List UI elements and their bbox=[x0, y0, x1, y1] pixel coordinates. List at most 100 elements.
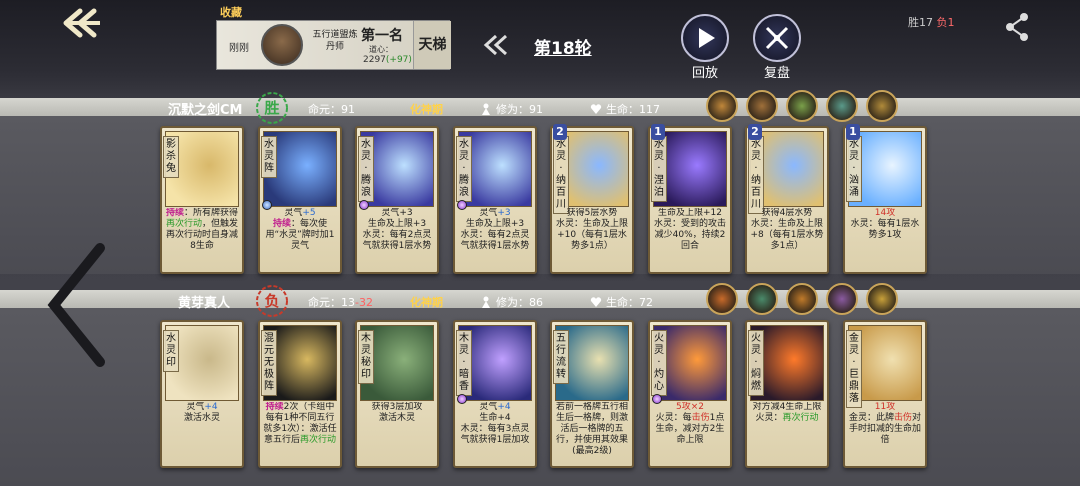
card-description: 5攻×2 火灵：每击伤1点生命，减对方2生命上限 bbox=[655, 402, 725, 445]
card-description: 11攻 金灵：此牌击伤对手时扣减的生命加倍 bbox=[848, 402, 922, 445]
card-level: 2 bbox=[748, 124, 762, 140]
points-value: 2297 bbox=[363, 55, 386, 65]
cultivation-value: 修为：91 bbox=[496, 103, 543, 116]
favorite-time: 刚刚 bbox=[229, 43, 249, 54]
life-label: 命元： bbox=[308, 296, 341, 309]
card-description: 对方减4生命上限 火灵：再次行动 bbox=[752, 402, 822, 423]
card[interactable]: 水灵·腾浪 灵气+3 生命及上限+3 水灵：每有2点灵气就获得1层水势 bbox=[355, 126, 439, 274]
points-delta: (+97) bbox=[385, 55, 412, 65]
card[interactable]: 混元无极阵 持续2次（卡组中每有1种不同五行就多1次）：激活任意五行后再次行动 bbox=[258, 320, 342, 468]
skill-icon[interactable] bbox=[866, 283, 898, 315]
favorite-points-label: 道心： bbox=[369, 45, 393, 54]
cultivation-stat: 修为：86 bbox=[480, 294, 543, 310]
avatar bbox=[261, 24, 303, 66]
card[interactable]: 火灵·焖燃对方减4生命上限 火灵：再次行动 bbox=[745, 320, 829, 468]
life-label: 命元： bbox=[308, 103, 341, 116]
card-name: 影杀兔 bbox=[163, 136, 179, 178]
card[interactable]: 水灵·涅泊 1 生命及上限+12 水灵：受到的攻击减少40%，持续2回合 bbox=[648, 124, 732, 274]
hp-stat: 生命：72 bbox=[590, 294, 653, 310]
player-one-name: 沉默之剑CM bbox=[168, 103, 243, 118]
card-name: 木灵秘印 bbox=[358, 330, 374, 384]
skill-icon[interactable] bbox=[706, 90, 738, 122]
card-level: 1 bbox=[846, 124, 860, 140]
card[interactable]: 水灵·汹涌 1 14攻 水灵：每有1层水势多1攻 bbox=[843, 124, 927, 274]
win-loss-record: 胜17 负1 bbox=[908, 14, 955, 30]
favorite-points: 2297(+97) bbox=[363, 55, 412, 65]
skill-icon[interactable] bbox=[826, 90, 858, 122]
review-label: 复盘 bbox=[763, 66, 790, 81]
hp-stat: 生命：117 bbox=[590, 101, 660, 117]
card-description: 若前一格牌五行相生后一格牌，则激活后一格牌的五行，并使用其效果(最高2级) bbox=[555, 402, 628, 456]
card[interactable]: 木灵·暗香 灵气+4 生命+4 木灵：每有3点灵气就获得1层加攻 bbox=[453, 320, 537, 468]
skill-icon[interactable] bbox=[706, 283, 738, 315]
heart-icon bbox=[590, 297, 602, 307]
person-icon bbox=[482, 103, 490, 115]
skill-icon[interactable] bbox=[786, 90, 818, 122]
card-name: 五行流转 bbox=[553, 330, 569, 384]
card-name: 水灵·腾浪 bbox=[358, 136, 374, 202]
result-badge: 负 bbox=[254, 283, 290, 319]
card-description: 14攻 水灵：每有1层水势多1攻 bbox=[850, 208, 920, 240]
replay-button[interactable]: 回放 bbox=[680, 14, 730, 81]
card-description: 获得5层水势 水灵：生命及上限+10（每有1层水势多1点） bbox=[555, 208, 628, 251]
card-name: 水灵·纳百川 bbox=[748, 136, 764, 214]
card-name: 水灵·腾浪 bbox=[456, 136, 472, 202]
hp-value: 生命：72 bbox=[606, 296, 653, 309]
result-text: 胜 bbox=[264, 99, 280, 117]
skill-icon[interactable] bbox=[746, 283, 778, 315]
card-level: 2 bbox=[553, 124, 567, 140]
card-description: 生命及上限+12 水灵：受到的攻击减少40%，持续2回合 bbox=[653, 208, 726, 251]
card-name: 混元无极阵 bbox=[261, 330, 277, 396]
card[interactable]: 水灵阵 灵气+5 持续：每次使用“水灵”牌时加1灵气 bbox=[258, 126, 342, 274]
card-description: 灵气+3 生命及上限+3 水灵：每有2点灵气就获得1层水势 bbox=[460, 208, 530, 251]
play-icon bbox=[681, 14, 729, 62]
battle-review-screen: 收藏 刚刚 五行道盟炼丹师 第一名 道心： 2297(+97) 天梯 第18轮 … bbox=[0, 0, 1080, 486]
review-button[interactable]: 复盘 bbox=[752, 14, 802, 81]
loss-count: 负1 bbox=[936, 16, 955, 29]
card[interactable]: 金灵·巨鼎落 11攻 金灵：此牌击伤对手时扣减的生命加倍 bbox=[843, 320, 927, 468]
hp-value: 生命：117 bbox=[606, 103, 660, 116]
previous-round-icon[interactable] bbox=[482, 34, 512, 56]
previous-player-chevron-icon[interactable] bbox=[40, 240, 110, 370]
card[interactable]: 水灵·纳百川 2 获得5层水势 水灵：生命及上限+10（每有1层水势多1点） bbox=[550, 124, 634, 274]
cultivation-stat: 修为：91 bbox=[480, 101, 543, 117]
card[interactable]: 五行流转若前一格牌五行相生后一格牌，则激活后一格牌的五行，并使用其效果(最高2级… bbox=[550, 320, 634, 468]
heart-icon bbox=[590, 104, 602, 114]
life-stat: 命元：91 bbox=[308, 101, 355, 117]
card-level: 1 bbox=[651, 124, 665, 140]
card-name: 火灵·焖燃 bbox=[748, 330, 764, 396]
card-description: 获得3层加攻 激活木灵 bbox=[371, 402, 423, 423]
skill-icon[interactable] bbox=[866, 90, 898, 122]
favorite-title: 收藏 bbox=[220, 6, 242, 19]
back-arrow-icon[interactable] bbox=[58, 8, 102, 38]
favorite-opponent-card[interactable]: 刚刚 五行道盟炼丹师 第一名 道心： 2297(+97) 天梯 bbox=[216, 20, 451, 70]
share-icon[interactable] bbox=[1004, 12, 1030, 42]
card-description: 灵气+4 激活水灵 bbox=[183, 402, 220, 423]
card[interactable]: 火灵·灼心 5攻×2 火灵：每击伤1点生命，减对方2生命上限 bbox=[648, 320, 732, 468]
crossed-swords-icon bbox=[753, 14, 801, 62]
favorite-clan: 五行道盟炼丹师 bbox=[312, 30, 358, 52]
card[interactable]: 水灵印灵气+4 激活水灵 bbox=[160, 320, 244, 468]
favorite-panel[interactable]: 收藏 刚刚 五行道盟炼丹师 第一名 道心： 2297(+97) 天梯 bbox=[214, 4, 452, 70]
ladder-label: 天梯 bbox=[413, 21, 451, 69]
card-name: 水灵·汹涌 bbox=[846, 136, 862, 202]
life-value: 91 bbox=[341, 103, 355, 116]
card[interactable]: 水灵·纳百川 2 获得4层水势 水灵：生命及上限+8（每有1层水势多1点） bbox=[745, 124, 829, 274]
card-name: 水灵印 bbox=[163, 330, 179, 372]
card[interactable]: 木灵秘印获得3层加攻 激活木灵 bbox=[355, 320, 439, 468]
skill-icon[interactable] bbox=[786, 283, 818, 315]
realm-label: 化神期 bbox=[410, 103, 443, 116]
favorite-rank: 第一名 bbox=[361, 28, 403, 44]
card[interactable]: 影杀兔持续：所有牌获得再次行动，但触发再次行动时自身减8生命 bbox=[160, 126, 244, 274]
skill-icon[interactable] bbox=[746, 90, 778, 122]
card-description: 获得4层水势 水灵：生命及上限+8（每有1层水势多1点） bbox=[750, 208, 824, 251]
life-delta: -32 bbox=[355, 296, 373, 309]
card-name: 水灵·涅泊 bbox=[651, 136, 667, 202]
card-description: 持续：所有牌获得再次行动，但触发再次行动时自身减8生命 bbox=[165, 208, 239, 251]
realm-label: 化神期 bbox=[410, 296, 443, 309]
skill-icon[interactable] bbox=[826, 283, 858, 315]
card[interactable]: 水灵·腾浪灵气+3 生命及上限+3 水灵：每有2点灵气就获得1层水势 bbox=[453, 126, 537, 274]
card-description: 灵气+5 持续：每次使用“水灵”牌时加1灵气 bbox=[265, 208, 335, 251]
person-icon bbox=[482, 296, 490, 308]
result-text: 负 bbox=[264, 292, 280, 310]
